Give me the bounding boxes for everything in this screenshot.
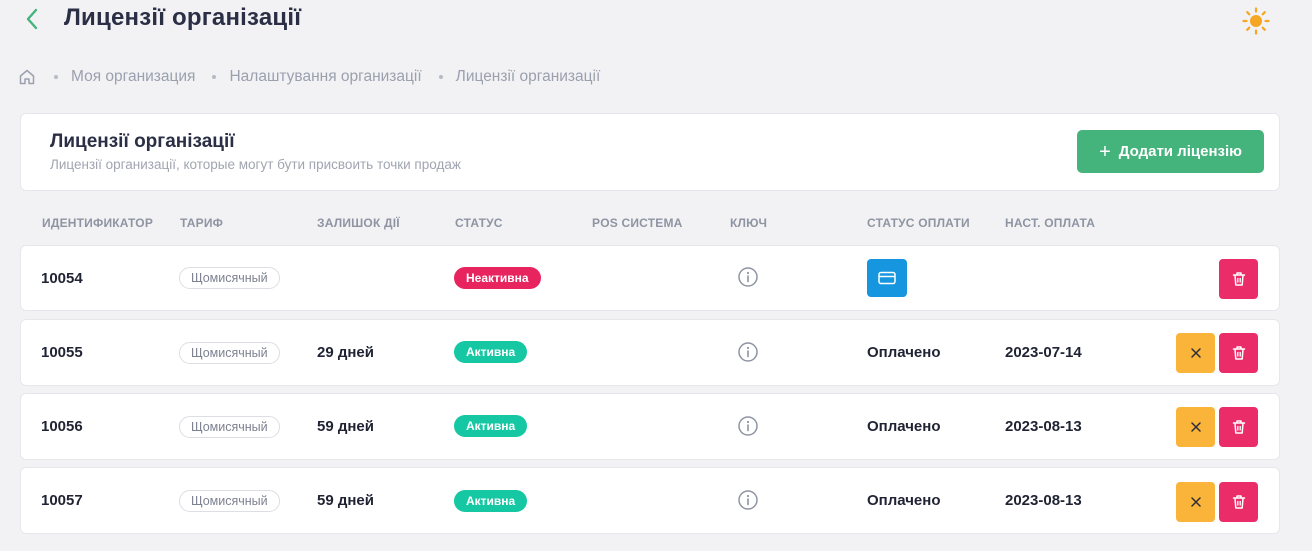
info-icon	[738, 342, 758, 362]
card-subtitle: Лицензії организації, которые могут бути…	[50, 157, 461, 172]
info-icon	[738, 267, 758, 287]
payment-status: Оплачено	[867, 418, 941, 435]
column-header-remaining: ЗАЛИШОК ДІЇ	[317, 216, 400, 230]
next-payment-date: 2023-08-13	[1005, 418, 1082, 435]
column-header-payment-status: СТАТУС ОПЛАТИ	[867, 216, 970, 230]
license-id: 10055	[41, 344, 83, 361]
tariff-badge: Щомисячный	[179, 342, 280, 364]
table-row: 10055 Щомисячный 29 дней Активна Оплачен…	[20, 319, 1280, 386]
license-id: 10054	[41, 270, 83, 287]
status-badge: Активна	[454, 341, 528, 363]
next-payment-date: 2023-07-14	[1005, 344, 1082, 361]
key-info-button[interactable]	[737, 341, 759, 363]
trash-icon	[1232, 420, 1245, 434]
info-icon	[738, 416, 758, 436]
tariff-badge: Щомисячный	[179, 267, 280, 289]
table-row: 10056 Щомисячный 59 дней Активна Оплачен…	[20, 393, 1280, 460]
tariff-badge: Щомисячный	[179, 416, 280, 438]
close-icon	[1190, 497, 1201, 507]
plus-icon: +	[1099, 140, 1111, 163]
trash-icon	[1232, 495, 1245, 509]
payment-status: Оплачено	[867, 492, 941, 509]
card-title: Лицензії організації	[50, 131, 235, 152]
column-header-next-payment: НАСТ. ОПЛАТА	[1005, 216, 1096, 230]
trash-icon	[1232, 272, 1245, 286]
key-info-button[interactable]	[737, 266, 759, 288]
table-row: 10054 Щомисячный Неактивна	[20, 245, 1280, 311]
status-badge: Активна	[454, 415, 528, 437]
home-icon	[19, 69, 35, 85]
breadcrumb-item-organization[interactable]: Моя организация	[71, 68, 195, 86]
delete-button[interactable]	[1219, 482, 1258, 522]
info-icon	[738, 490, 758, 510]
page-title: Лицензії організації	[64, 4, 302, 31]
status-badge: Неактивна	[454, 267, 541, 289]
table-header: ИДЕНТИФИКАТОР ТАРИФ ЗАЛИШОК ДІЇ СТАТУС P…	[0, 216, 1312, 234]
tariff-badge: Щомисячный	[179, 490, 280, 512]
column-header-status: СТАТУС	[455, 216, 503, 230]
breadcrumb-item-settings[interactable]: Налаштування организації	[229, 68, 421, 86]
chevron-left-icon	[26, 8, 38, 30]
pay-button[interactable]	[867, 259, 907, 297]
license-id: 10056	[41, 418, 83, 435]
add-license-button[interactable]: + Додати ліцензію	[1077, 130, 1264, 173]
close-icon	[1190, 422, 1201, 432]
top-bar: Лицензії організації	[0, 0, 1312, 40]
payment-status: Оплачено	[867, 344, 941, 361]
column-header-tariff: ТАРИФ	[180, 216, 224, 230]
column-header-id: ИДЕНТИФИКАТОР	[42, 216, 154, 230]
trash-icon	[1232, 346, 1245, 360]
sun-icon	[1242, 7, 1270, 35]
table-row: 10057 Щомисячный 59 дней Активна Оплачен…	[20, 467, 1280, 534]
cancel-subscription-button[interactable]	[1176, 407, 1215, 447]
close-icon	[1190, 348, 1201, 358]
remaining-days: 29 дней	[317, 344, 374, 361]
breadcrumb: Моя организация Налаштування организації…	[18, 66, 600, 88]
theme-toggle-button[interactable]	[1241, 6, 1271, 36]
breadcrumb-home[interactable]	[18, 68, 36, 86]
delete-button[interactable]	[1219, 333, 1258, 373]
key-info-button[interactable]	[737, 489, 759, 511]
credit-card-icon	[878, 271, 896, 285]
delete-button[interactable]	[1219, 259, 1258, 299]
cancel-subscription-button[interactable]	[1176, 333, 1215, 373]
licenses-header-card: Лицензії організації Лицензії организаці…	[20, 113, 1280, 191]
remaining-days: 59 дней	[317, 492, 374, 509]
license-id: 10057	[41, 492, 83, 509]
remaining-days: 59 дней	[317, 418, 374, 435]
column-header-pos: POS СИСТЕМА	[592, 216, 683, 230]
breadcrumb-separator	[54, 75, 58, 79]
breadcrumb-item-current: Лицензії организації	[455, 68, 601, 85]
add-license-label: Додати ліцензію	[1118, 143, 1242, 160]
delete-button[interactable]	[1219, 407, 1258, 447]
column-header-key: КЛЮЧ	[730, 216, 768, 230]
next-payment-date: 2023-08-13	[1005, 492, 1082, 509]
breadcrumb-separator	[212, 75, 217, 79]
breadcrumb-separator	[438, 75, 443, 79]
cancel-subscription-button[interactable]	[1176, 482, 1215, 522]
back-button[interactable]	[22, 6, 44, 32]
status-badge: Активна	[454, 490, 528, 512]
key-info-button[interactable]	[737, 415, 759, 437]
